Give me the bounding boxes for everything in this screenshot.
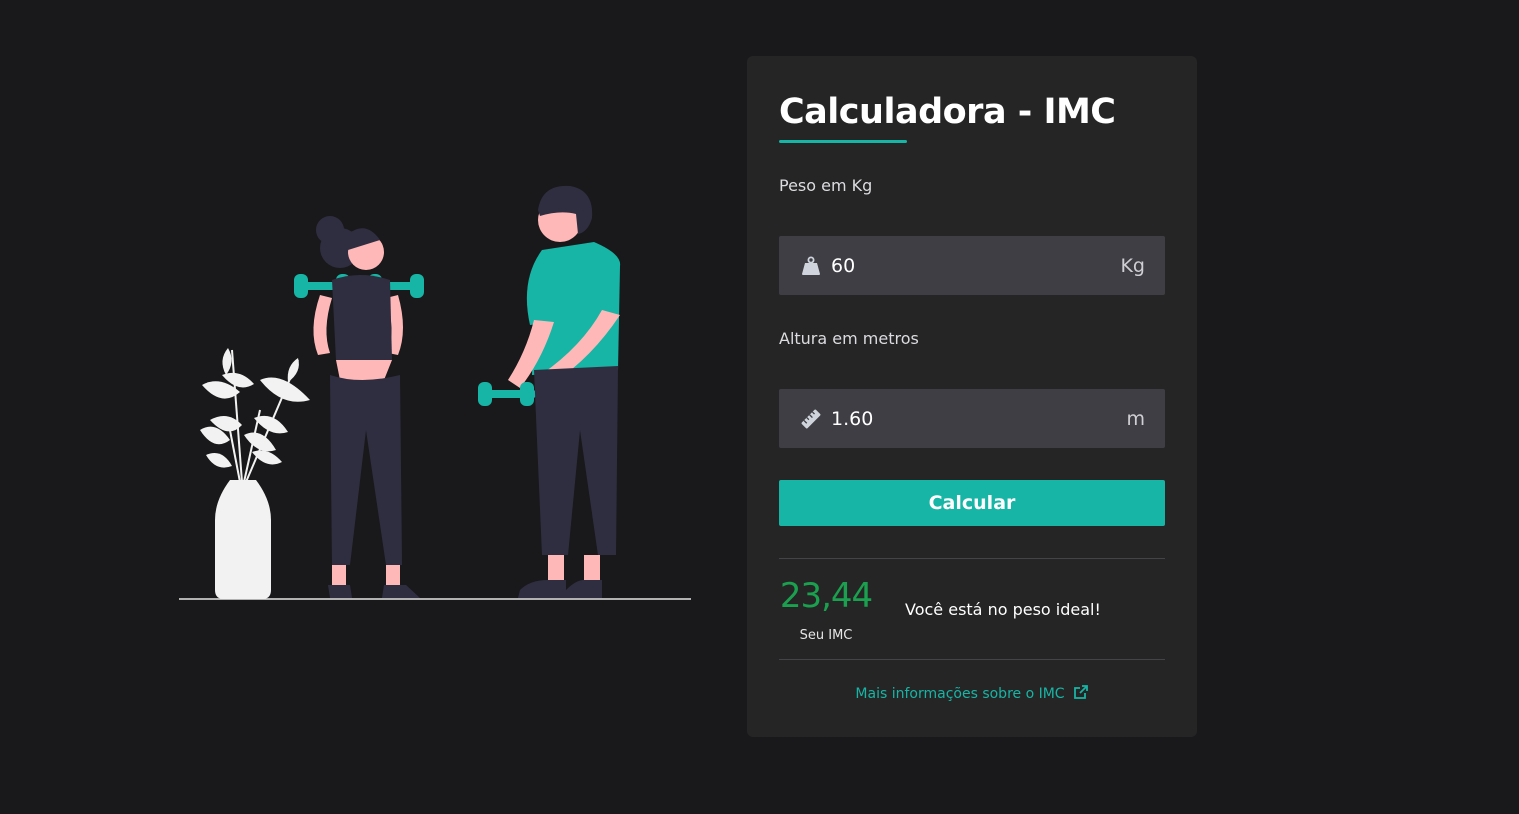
fitness-illustration [170, 170, 700, 610]
result-divider-bottom [779, 659, 1165, 660]
imc-message: Você está no peso ideal! [905, 600, 1101, 619]
result-divider-top [779, 558, 1165, 559]
more-info-label: Mais informações sobre o IMC [855, 686, 1065, 702]
page-title: Calculadora - IMC [779, 92, 1116, 132]
title-underline [779, 140, 907, 143]
imc-calculator-card: Calculadora - IMC Peso em Kg Kg Altura e… [747, 56, 1197, 737]
height-unit: m [1126, 407, 1145, 430]
imc-value: 23,44 [779, 576, 873, 616]
external-link-icon [1073, 684, 1089, 704]
weight-input[interactable] [831, 254, 1121, 277]
imc-caption: Seu IMC [799, 628, 853, 643]
plant [200, 348, 310, 599]
height-label: Altura em metros [779, 329, 919, 348]
ruler-icon [799, 407, 823, 431]
man-figure [478, 185, 621, 598]
weight-label: Peso em Kg [779, 176, 873, 195]
height-field[interactable]: m [779, 389, 1165, 448]
weight-icon [799, 254, 823, 278]
more-info-link[interactable]: Mais informações sobre o IMC [779, 684, 1165, 704]
woman-figure [294, 216, 424, 598]
calculate-button[interactable]: Calcular [779, 480, 1165, 526]
weight-unit: Kg [1120, 254, 1145, 277]
height-input[interactable] [831, 407, 1127, 430]
weight-field[interactable]: Kg [779, 236, 1165, 295]
